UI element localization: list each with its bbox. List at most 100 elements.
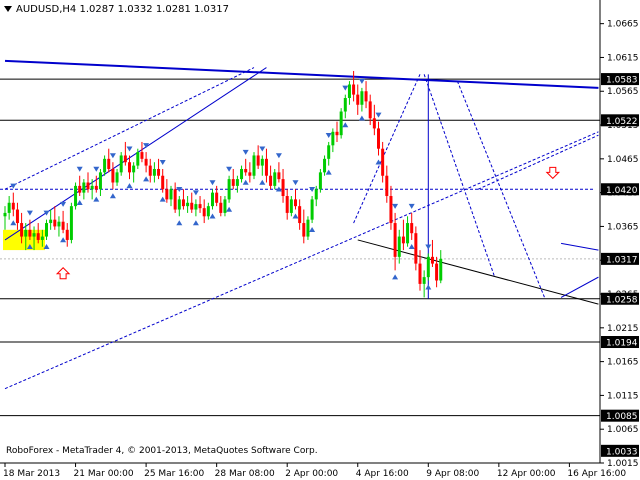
level-price-label: 1.0522 <box>606 117 638 127</box>
y-tick-label: 1.0615 <box>607 53 639 63</box>
candle-body <box>152 168 156 176</box>
candle-body <box>40 236 44 240</box>
plot-area <box>0 0 600 463</box>
level-price-label: 1.0583 <box>606 76 638 86</box>
level-price-label: 1.0194 <box>606 339 638 349</box>
x-axis-ticks: 18 Mar 2013 21 Mar 00:00 25 Mar 16:00 28 Ma… <box>3 463 626 479</box>
x-tick-label: 2 Apr 00:00 <box>285 469 338 479</box>
candle-body <box>7 202 11 213</box>
x-tick-label: 28 Mar 08:00 <box>215 469 275 479</box>
price-chart[interactable]: 1.06651.06151.05651.05151.04651.04151.03… <box>0 0 640 480</box>
candle-body <box>177 199 181 210</box>
candle-body <box>123 155 127 163</box>
candle-body <box>294 199 297 207</box>
candle-body <box>252 155 256 176</box>
candle-body <box>215 192 219 203</box>
symbol-label: AUDUSD,H4 <box>16 4 77 15</box>
y-tick-label: 1.0165 <box>607 358 639 368</box>
x-tick-label: 18 Mar 2013 <box>3 469 60 479</box>
candle-body <box>281 179 285 197</box>
candle-body <box>352 84 356 95</box>
candle-body <box>277 172 281 180</box>
candle-body <box>401 236 405 244</box>
candle-body <box>256 155 260 166</box>
candle-body <box>136 152 140 166</box>
candle-body <box>181 199 185 207</box>
candle-body <box>148 165 152 176</box>
candle-body <box>302 223 306 237</box>
candle-body <box>15 209 19 224</box>
candle-body <box>385 175 389 197</box>
candle-body <box>240 168 244 180</box>
y-axis-ticks: 1.06651.06151.05651.05151.04651.04151.03… <box>600 20 639 469</box>
candle-body <box>74 185 78 207</box>
candle-body <box>264 158 268 176</box>
candle-body <box>381 148 385 176</box>
candle-body <box>69 206 73 240</box>
candle-body <box>45 223 48 237</box>
candle-body <box>269 175 273 186</box>
candle-body <box>173 189 177 210</box>
candle-body <box>169 189 173 200</box>
candle-body <box>190 202 194 210</box>
y-tick-label: 1.0115 <box>607 391 639 401</box>
candle-body <box>144 158 148 166</box>
x-tick-label: 25 Mar 16:00 <box>144 469 204 479</box>
candle-body <box>285 196 289 213</box>
candle-body <box>310 199 314 220</box>
candle-body <box>11 202 15 210</box>
candle-body <box>78 185 82 193</box>
candle-body <box>202 208 206 217</box>
candle-body <box>406 223 410 244</box>
candle-body <box>364 91 368 102</box>
candle-body <box>219 202 223 213</box>
candle-body <box>260 158 264 166</box>
candle-body <box>347 84 351 99</box>
candle-body <box>356 94 360 105</box>
candle-body <box>397 236 401 257</box>
candle-body <box>439 258 443 281</box>
y-tick-label: 1.0565 <box>607 87 639 97</box>
candle-body <box>20 223 24 237</box>
candle-body <box>49 219 53 224</box>
candle-body <box>339 111 343 136</box>
candle-body <box>314 189 318 200</box>
candle-body <box>128 162 131 173</box>
candle-body <box>3 212 7 217</box>
candle-body <box>98 172 102 190</box>
candle-body <box>28 229 32 237</box>
candle-body <box>368 101 372 119</box>
candle-body <box>61 221 65 230</box>
candle-body <box>244 168 248 173</box>
candle-body <box>186 202 190 207</box>
candle-body <box>119 155 123 173</box>
candle-body <box>132 165 136 173</box>
candle-body <box>273 172 277 186</box>
y-tick-label: 1.0215 <box>607 324 639 334</box>
candle-body <box>140 152 144 159</box>
candle-body <box>111 168 115 183</box>
candle-body <box>435 263 439 281</box>
level-price-label: 1.0420 <box>606 186 638 196</box>
level-price-label: 1.0085 <box>606 412 638 422</box>
candle-body <box>157 168 161 176</box>
copyright-footer: RoboForex - MetaTrader 4, © 2001-2013, M… <box>6 446 318 456</box>
ohlc-label: 1.0287 1.0332 1.0281 1.0317 <box>79 4 229 15</box>
y-tick-label: 1.0015 <box>607 459 639 469</box>
candle-body <box>227 179 231 200</box>
y-tick-label: 1.0465 <box>607 155 639 165</box>
candle-body <box>103 158 107 173</box>
level-price-label: 1.0317 <box>606 255 638 265</box>
candle-body <box>331 131 335 146</box>
candle-body <box>94 185 98 190</box>
x-tick-label: 9 Apr 08:00 <box>426 469 479 479</box>
candle-body <box>289 199 293 213</box>
chart-title: AUDUSD,H4 1.0287 1.0332 1.0281 1.0317 <box>16 4 229 15</box>
candle-body <box>377 128 380 149</box>
candle-body <box>231 179 235 186</box>
candle-body <box>90 185 94 190</box>
candle-body <box>318 172 322 190</box>
candle-body <box>115 172 119 183</box>
dropdown-triangle-icon[interactable] <box>4 6 12 12</box>
x-tick-label: 16 Apr 16:00 <box>567 469 626 479</box>
